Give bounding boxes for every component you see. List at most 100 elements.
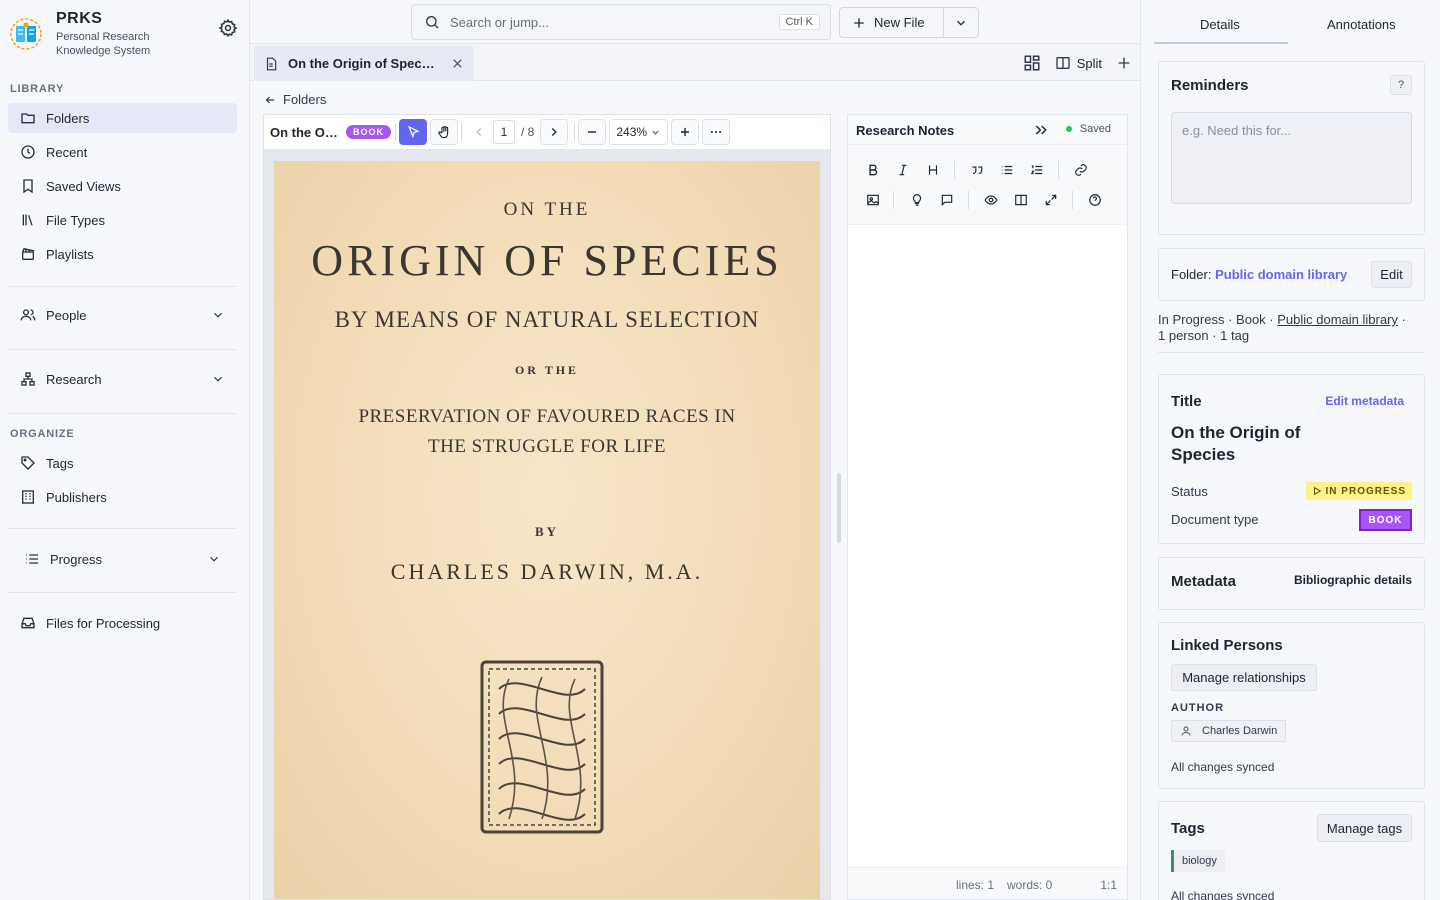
comment-button[interactable] — [937, 190, 957, 210]
tag-chip-biology[interactable]: biology — [1171, 850, 1225, 872]
add-tab-icon[interactable] — [1116, 55, 1132, 71]
sidebar-item-progress[interactable]: Progress — [8, 544, 237, 574]
tags-card: Tags Manage tags biology All changes syn… — [1158, 801, 1425, 900]
manage-tags-button[interactable]: Manage tags — [1317, 814, 1412, 842]
hand-tool-button[interactable] — [430, 119, 458, 145]
library-section-label: LIBRARY — [10, 83, 65, 95]
side-by-side-button[interactable] — [1011, 190, 1031, 210]
document-type-badge[interactable]: BOOK — [1359, 509, 1412, 531]
notes-status-bar: lines: 1 words: 0 1:1 — [848, 867, 1127, 899]
edit-metadata-link[interactable]: Edit metadata — [1325, 394, 1404, 408]
toolbar-separator — [574, 123, 576, 141]
sidebar-item-files-for-processing[interactable]: Files for Processing — [8, 608, 237, 638]
panel-resize-handle[interactable] — [837, 473, 841, 543]
publisher-emblem-image — [480, 660, 604, 834]
tab-origin-of-species[interactable]: On the Origin of Species — [254, 46, 474, 81]
image-button[interactable] — [863, 190, 883, 210]
sidebar-divider — [8, 528, 237, 529]
sidebar-item-file-types[interactable]: File Types — [8, 205, 237, 235]
editor-toolbar — [848, 145, 1127, 225]
help-button[interactable] — [1085, 190, 1105, 210]
sidebar-divider — [8, 413, 237, 414]
breadcrumb[interactable]: Folders — [264, 92, 326, 107]
quote-icon — [972, 166, 983, 175]
search-input[interactable]: Search or jump... Ctrl K — [411, 4, 831, 40]
title-heading: Title — [1171, 393, 1202, 410]
close-tab-icon[interactable] — [451, 57, 464, 70]
reminders-help-button[interactable]: ? — [1390, 75, 1412, 95]
tab-details[interactable]: Details — [1200, 17, 1240, 32]
sidebar-item-folders[interactable]: Folders — [8, 103, 237, 133]
page-text-line: ON THE — [503, 199, 591, 220]
more-options-button[interactable] — [702, 119, 731, 145]
sidebar-item-label: Progress — [50, 551, 103, 567]
bullet-list-button[interactable] — [997, 160, 1017, 180]
hand-icon — [437, 125, 448, 138]
zoom-out-button[interactable] — [578, 119, 607, 145]
eye-icon — [984, 195, 998, 205]
details-tabs: Details Annotations — [1154, 0, 1429, 45]
next-page-button[interactable] — [540, 119, 569, 145]
sidebar-item-label: Files for Processing — [46, 615, 161, 631]
chevrons-right-icon[interactable] — [1033, 122, 1049, 138]
sidebar-item-recent[interactable]: Recent — [8, 137, 237, 167]
sidebar-item-people[interactable]: People — [8, 300, 237, 330]
summary-status: In Progress — [1158, 312, 1225, 327]
metadata-card[interactable]: Metadata Bibliographic details — [1158, 557, 1425, 610]
new-file-dropdown[interactable] — [944, 8, 978, 37]
italic-button[interactable] — [893, 160, 913, 180]
ordered-list-button[interactable] — [1027, 160, 1047, 180]
split-button[interactable]: Split — [1055, 55, 1102, 71]
zoom-select[interactable]: 243% — [609, 119, 669, 145]
tab-tools: Split — [1023, 52, 1132, 74]
sidebar-item-playlists[interactable]: Playlists — [8, 239, 237, 269]
tab-annotations[interactable]: Annotations — [1327, 17, 1396, 32]
status-label: Status — [1171, 484, 1208, 499]
users-icon — [20, 307, 36, 323]
manage-relationships-button[interactable]: Manage relationships — [1171, 664, 1317, 691]
idea-button[interactable] — [907, 190, 927, 210]
sidebar-item-research[interactable]: Research — [8, 364, 237, 394]
document-page: ON THE ORIGIN OF SPECIES BY MEANS OF NAT… — [274, 161, 820, 899]
linked-persons-heading: Linked Persons — [1171, 637, 1283, 654]
quote-button[interactable] — [967, 160, 987, 180]
new-file-button[interactable]: New File — [840, 8, 944, 37]
sidebar-item-publishers[interactable]: Publishers — [8, 482, 237, 512]
edit-folder-button[interactable]: Edit — [1371, 261, 1412, 288]
organize-section-label: ORGANIZE — [10, 428, 75, 440]
preview-button[interactable] — [981, 190, 1001, 210]
status-badge[interactable]: IN PROGRESS — [1305, 482, 1412, 500]
reminder-textarea[interactable]: e.g. Need this for... — [1171, 112, 1412, 204]
arrow-left-icon — [264, 94, 276, 106]
heading-icon — [928, 165, 938, 175]
fullscreen-button[interactable] — [1041, 190, 1061, 210]
page-text-line: THE STRUGGLE FOR LIFE — [428, 436, 666, 457]
page-number-input[interactable]: 1 — [493, 120, 515, 144]
link-button[interactable] — [1071, 160, 1091, 180]
folder-link[interactable]: Public domain library — [1215, 267, 1347, 282]
bibliographic-details-label: Bibliographic details — [1293, 573, 1412, 587]
sidebar-item-label: Publishers — [46, 489, 107, 505]
heading-button[interactable] — [923, 160, 943, 180]
page-text-line: CHARLES DARWIN, M.A. — [390, 559, 704, 584]
summary-divider — [1158, 352, 1425, 353]
save-status: Saved — [1065, 123, 1111, 135]
bold-button[interactable] — [863, 160, 883, 180]
sidebar-item-saved-views[interactable]: Saved Views — [8, 171, 237, 201]
summary-type: Book — [1236, 312, 1266, 327]
summary-folder-link[interactable]: Public domain library — [1277, 312, 1398, 327]
sidebar-item-label: Saved Views — [46, 178, 121, 194]
sidebar-item-label: People — [46, 307, 87, 323]
select-tool-button[interactable] — [399, 119, 427, 145]
toolbar-separator — [1072, 191, 1073, 209]
sidebar-item-tags[interactable]: Tags — [8, 448, 237, 478]
columns-icon — [1055, 55, 1071, 71]
zoom-in-button[interactable] — [671, 119, 700, 145]
person-chip-charles-darwin[interactable]: Charles Darwin — [1171, 720, 1287, 742]
tags-sync-status: All changes synced — [1171, 889, 1275, 900]
notes-header: Research Notes Saved — [848, 115, 1127, 145]
settings-gear-icon[interactable] — [218, 18, 238, 38]
previous-page-button[interactable] — [465, 119, 493, 145]
layout-grid-icon[interactable] — [1023, 54, 1041, 72]
plus-icon — [852, 16, 866, 30]
